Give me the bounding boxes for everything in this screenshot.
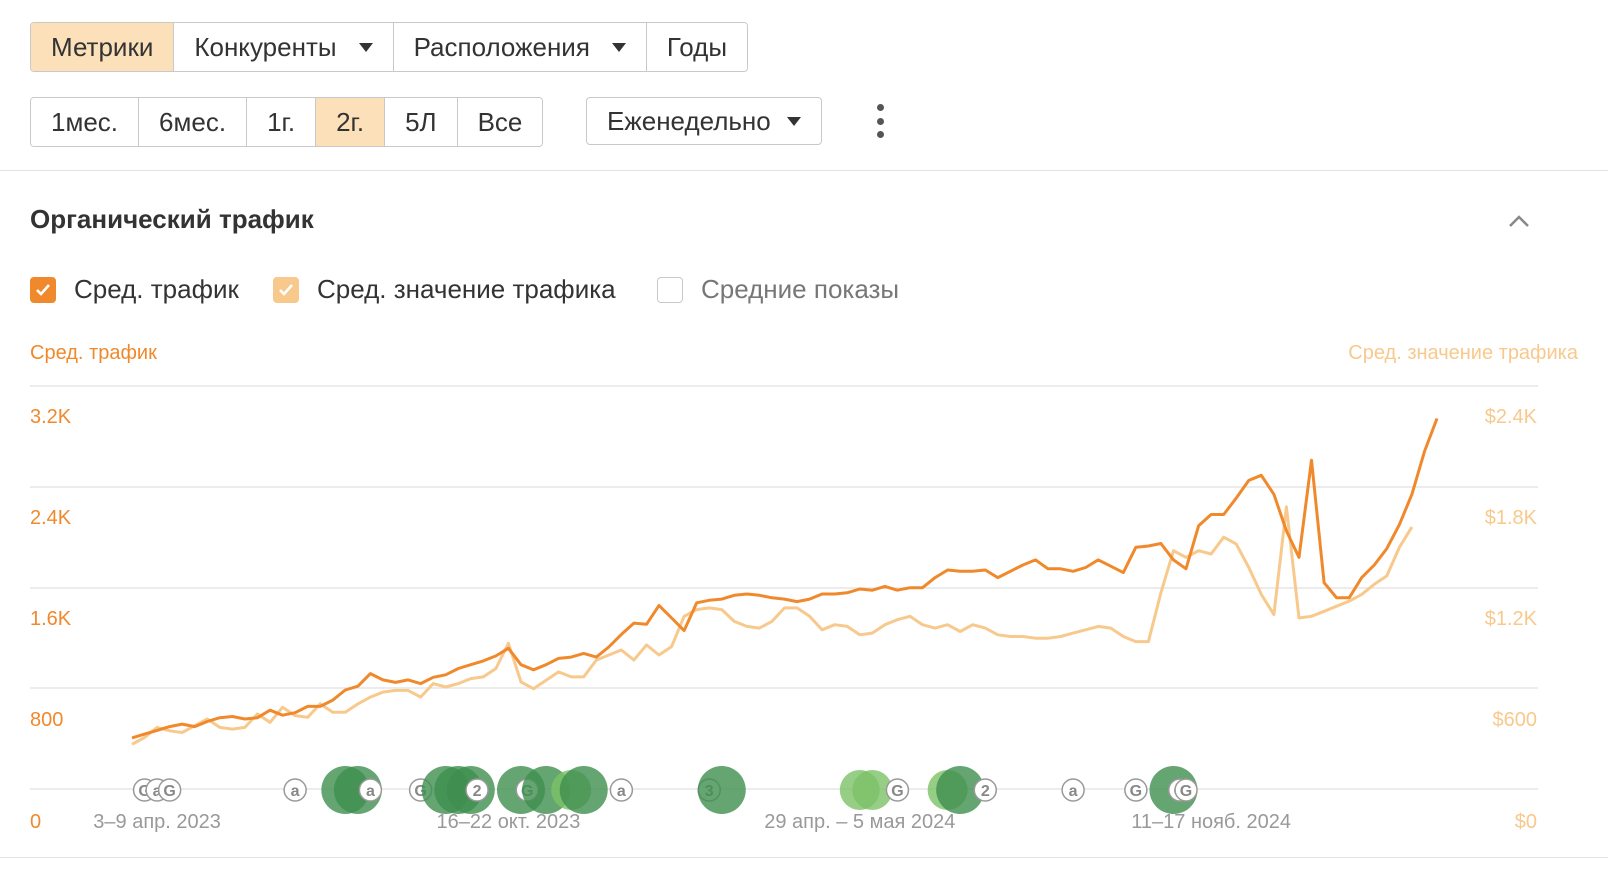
right-tick-label: $1.8K [1485,507,1538,529]
caret-down-icon [611,42,626,52]
check-icon[interactable] [30,276,56,303]
caret-down-icon [358,42,373,52]
annotation-label: G [1130,783,1142,800]
right-tick-label: $0 [1515,811,1537,833]
series-line-value [131,505,1414,746]
period-selector: 1мес. 6мес. 1г. 2г. 5Л Все [30,97,544,147]
tab-competitors-label: Конкуренты [194,31,337,62]
tab-locations[interactable]: Расположения [393,23,647,71]
period-6m[interactable]: 6мес. [139,98,248,146]
legend-value-label: Сред. значение трафика [317,274,616,304]
check-icon[interactable] [273,276,299,303]
checkbox-unchecked[interactable] [657,276,683,303]
annotation-marker-major [697,766,746,814]
annotation-marker-major [559,766,608,814]
left-tick-label: 1.6K [30,608,72,630]
period-1y[interactable]: 1г. [247,98,317,146]
frequency-label: Еженедельно [607,105,771,136]
annotation-label: a [1069,783,1078,800]
right-tick-label: $1.2K [1485,608,1538,630]
period-1m[interactable]: 1мес. [31,98,140,146]
legend-traffic[interactable]: Сред. трафик [30,274,239,305]
view-tabs: Метрики Конкуренты Расположения Годы [30,22,749,72]
period-2y[interactable]: 2г. [316,98,386,146]
frequency-dropdown[interactable]: Еженедельно [586,97,822,145]
traffic-chart: 0 800 1.6K 2.4K 3.2K $0 $600 $1.2K $1.8K $2.4K G a G… [30,385,1538,833]
left-tick-label: 0 [30,811,41,833]
panel-title: Органический трафик [30,204,314,234]
left-tick-label: 3.2K [30,406,72,428]
legend-traffic-label: Сред. трафик [74,274,239,304]
divider [0,170,1608,171]
legend-impressions[interactable]: Средние показы [657,274,899,305]
annotation-label: 2 [473,783,482,800]
period-5y[interactable]: 5Л [385,98,458,146]
left-axis-title: Сред. трафик [30,342,157,364]
tab-locations-label: Расположения [413,31,590,62]
right-tick-label: $600 [1493,709,1538,731]
chevron-up-icon[interactable] [1508,210,1530,232]
annotation-label: a [617,783,626,800]
x-tick-label: 3–9 апр. 2023 [93,811,221,833]
tab-competitors[interactable]: Конкуренты [174,23,394,71]
x-tick-label: 16–22 окт. 2023 [437,811,581,833]
x-tick-label: 11–17 нояб. 2024 [1131,811,1291,833]
kebab-menu-icon[interactable] [872,104,888,138]
annotation-label: 2 [981,783,990,800]
legend-impressions-label: Средние показы [701,274,900,304]
annotation-label: a [291,783,300,800]
legend-value[interactable]: Сред. значение трафика [273,274,616,305]
period-all[interactable]: Все [457,98,543,146]
caret-down-icon [786,116,801,126]
annotation-label: G [891,783,903,800]
series-line-traffic [131,417,1439,740]
right-tick-label: $2.4K [1485,406,1538,428]
divider [0,857,1608,858]
right-axis-title: Сред. значение трафика [1348,342,1578,364]
x-tick-label: 29 апр. – 5 мая 2024 [764,811,955,833]
tab-years[interactable]: Годы [646,23,748,71]
annotation-label: G [1180,783,1192,800]
left-tick-label: 800 [30,709,63,731]
annotation-label: G [163,783,175,800]
left-tick-label: 2.4K [30,507,72,529]
annotation-label: a [366,783,375,800]
tab-metrics[interactable]: Метрики [31,23,175,71]
